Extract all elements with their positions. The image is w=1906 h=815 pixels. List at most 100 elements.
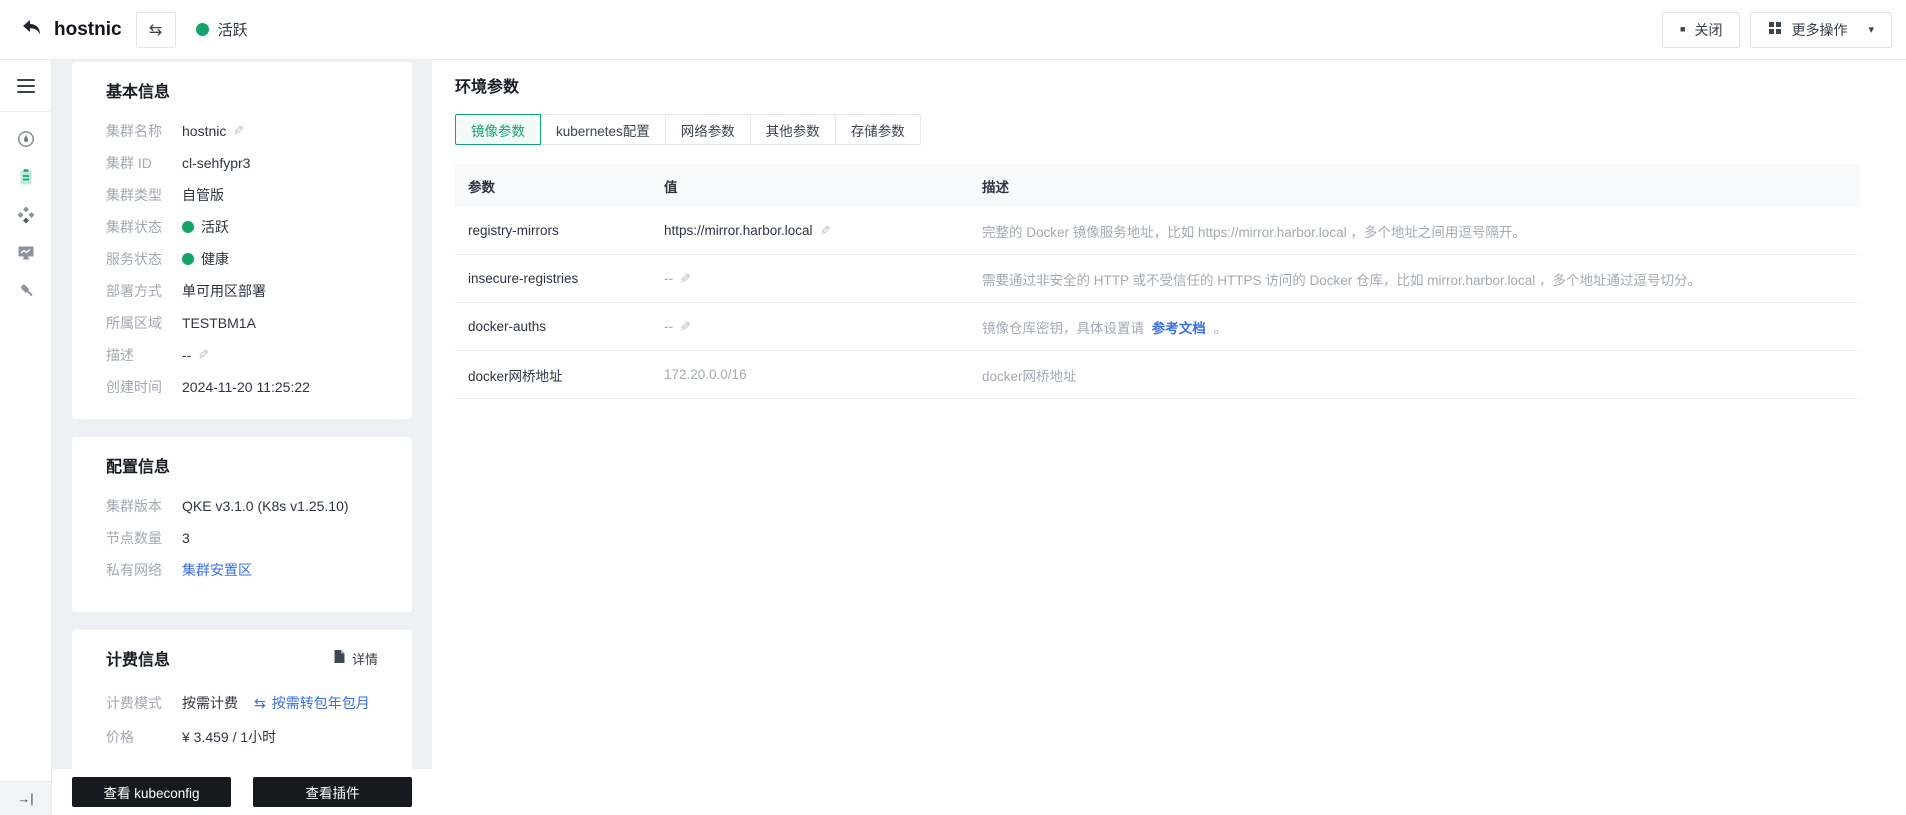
switch-cluster-button[interactable]: ⇆ [135,11,176,48]
column-header-param: 参数 [468,179,495,195]
tab-kubernetes-config[interactable]: kubernetes配置 [540,114,666,145]
field-label: 节点数量 [106,530,162,546]
param-desc: 镜像仓库密钥，具体设置请 参考文档 。 [969,317,1860,337]
back-arrow-icon [20,16,42,43]
more-actions-label: 更多操作 [1791,21,1848,38]
close-button[interactable]: ■ 关闭 [1662,11,1741,48]
param-name: docker-auths [468,319,547,334]
field-label: 部署方式 [106,283,162,299]
table-row: insecure-registries -- ✎ 需要通过非安全的 HTTP 或… [455,255,1860,303]
private-network-link[interactable]: 集群安置区 [182,560,252,580]
billing-detail-link[interactable]: 详情 [333,649,378,668]
view-plugins-button[interactable]: 查看插件 [253,777,412,807]
param-value: -- [664,319,673,334]
menu-icon[interactable] [0,60,51,112]
field-label: 集群类型 [106,187,162,203]
column-header-value: 值 [664,179,678,195]
topbar: hostnic ⇆ 活跃 ■ 关闭 更多操作 ▾ [0,0,1906,60]
grid-icon [1768,21,1782,38]
card-title: 配置信息 [106,459,171,476]
desc-text: 镜像仓库密钥，具体设置请 [982,320,1144,336]
field-label: 创建时间 [106,379,162,395]
field-value: 3 [182,530,190,546]
back-button[interactable] [18,17,44,43]
field-billing-mode: 计费模式 按需计费 ⇆ 按需转包年包月 [106,686,378,720]
hammer-icon [16,281,36,306]
card-title: 基本信息 [106,84,171,101]
sidebar-item-nodes[interactable] [9,204,43,230]
tab-image-params[interactable]: 镜像参数 [455,114,541,145]
table-header: 参数 值 描述 [455,164,1860,207]
status-dot [195,23,209,36]
basic-info-card: 基本信息 集群名称 hostnic ✎ 集群 ID cl-sehfypr3 集群类… [72,62,412,419]
param-desc: 需要通过非安全的 HTTP 或不受信任的 HTTPS 访问的 Docker 仓库… [982,272,1702,288]
topbar-actions: ■ 关闭 更多操作 ▾ [1662,11,1892,48]
param-tabs: 镜像参数 kubernetes配置 网络参数 其他参数 存储参数 [455,114,1860,145]
billing-info-card: 计费信息 详情 计费模式 按需计费 ⇆ 按需转包年包月 价格 ¥ 3.459 /… [72,630,412,780]
edit-icon[interactable]: ✎ [680,271,691,287]
param-desc: docker网桥地址 [982,368,1077,384]
config-info-card: 配置信息 集群版本 QKE v3.1.0 (K8s v1.25.10) 节点数量… [72,437,412,612]
field-cluster-status: 集群状态 活跃 [106,211,378,243]
edit-icon[interactable]: ✎ [233,123,244,139]
sidebar-item-cluster-detail[interactable] [9,166,43,192]
field-service-status: 服务状态 健康 [106,243,378,275]
page-title: hostnic [54,18,122,40]
field-cluster-version: 集群版本 QKE v3.1.0 (K8s v1.25.10) [106,490,378,522]
desc-text: 。 [1213,320,1228,336]
close-button-label: 关闭 [1694,21,1723,38]
stop-square-icon: ■ [1680,24,1686,34]
field-deploy-mode: 部署方式 单可用区部署 [106,275,378,307]
field-value: ¥ 3.459 / 1小时 [182,729,277,745]
edit-icon[interactable]: ✎ [198,347,209,363]
column-header-desc: 描述 [982,179,1009,195]
cluster-status: 活跃 [195,19,248,40]
main-panel: 环境参数 镜像参数 kubernetes配置 网络参数 其他参数 存储参数 参数… [432,60,1906,815]
param-value: -- [664,271,673,286]
card-title: 计费信息 [106,652,171,669]
field-label: 集群名称 [106,123,162,139]
monitor-icon [16,243,36,268]
edit-icon[interactable]: ✎ [820,223,831,239]
tab-other-params[interactable]: 其他参数 [749,114,836,145]
field-node-count: 节点数量 3 [106,522,378,554]
convert-billing-link[interactable]: ⇆ 按需转包年包月 [254,693,370,713]
status-dot [182,221,194,233]
param-value: https://mirror.harbor.local [664,223,813,238]
tab-network-params[interactable]: 网络参数 [664,114,751,145]
section-title: 环境参数 [455,79,520,96]
field-value: 健康 [201,251,229,267]
gauge-icon [16,129,36,154]
field-label: 价格 [106,729,134,745]
clipboard-icon [16,167,36,192]
billing-detail-label: 详情 [351,651,378,667]
tab-storage-params[interactable]: 存储参数 [834,114,921,145]
edit-icon[interactable]: ✎ [680,319,691,335]
sidebar-item-overview[interactable] [9,128,43,154]
field-value: cl-sehfypr3 [182,155,251,171]
field-cluster-name: 集群名称 hostnic ✎ [106,115,378,147]
more-actions-button[interactable]: 更多操作 ▾ [1750,11,1892,48]
status-dot [182,253,194,265]
field-label: 私有网络 [106,562,162,578]
collapse-sidebar-button[interactable]: →| [0,781,51,815]
chevron-down-icon: ▾ [1868,24,1874,36]
table-row: registry-mirrors https://mirror.harbor.l… [455,207,1860,255]
sidebar-item-ops-tools[interactable] [9,280,43,306]
view-kubeconfig-button[interactable]: 查看 kubeconfig [72,777,231,807]
field-value: 按需计费 [182,695,238,711]
field-cluster-id: 集群 ID cl-sehfypr3 [106,147,378,179]
table-row: docker-auths -- ✎ 镜像仓库密钥，具体设置请 参考文档 。 [455,303,1860,351]
reference-doc-link[interactable]: 参考文档 [1152,321,1206,336]
swap-icon: ⇆ [254,694,266,711]
field-price: 价格 ¥ 3.459 / 1小时 [106,720,378,754]
convert-billing-label: 按需转包年包月 [271,695,370,711]
field-label: 描述 [106,347,134,363]
panel-footer: 查看 kubeconfig 查看插件 [52,769,432,815]
sidebar-item-monitor[interactable] [9,242,43,268]
swap-icon: ⇆ [148,21,163,39]
field-label: 集群 ID [106,155,152,171]
status-label: 活跃 [217,22,248,39]
param-value: 172.20.0.0/16 [664,367,747,382]
collapse-icon: →| [17,791,34,806]
